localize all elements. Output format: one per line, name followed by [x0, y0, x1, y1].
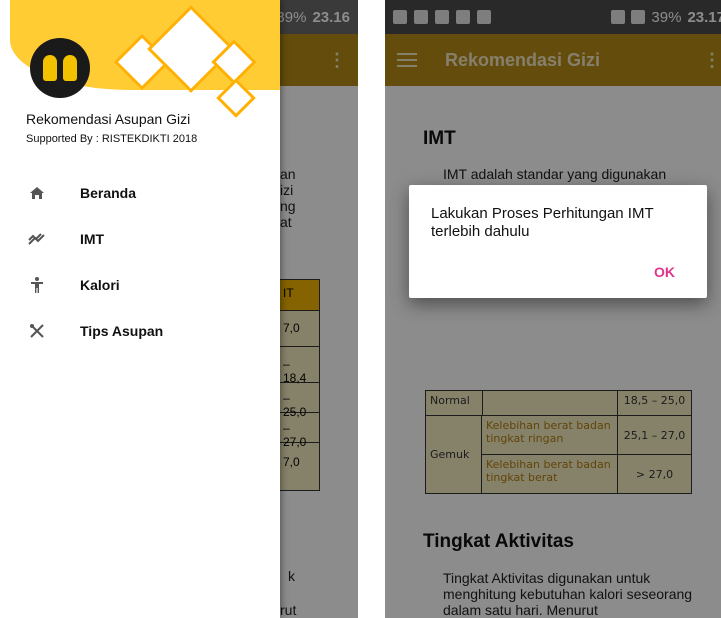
person-icon — [26, 274, 48, 296]
drawer-subtitle: Supported By : RISTEKDIKTI 2018 — [26, 133, 198, 145]
drawer-item-tips-asupan[interactable]: Tips Asupan — [10, 308, 280, 354]
utensils-icon — [26, 320, 48, 342]
navigation-drawer: Rekomendasi Asupan Gizi Supported By : R… — [10, 0, 280, 618]
dialog-message: Lakukan Proses Perhitungan IMT terlebih … — [431, 205, 654, 240]
phone-right: 39% 23.17 Rekomendasi Gizi ⋮ IMT IMT ada… — [385, 0, 721, 618]
app-logo — [30, 38, 90, 98]
drawer-item-label: IMT — [80, 231, 105, 247]
drawer-item-label: Tips Asupan — [80, 323, 164, 339]
person-figure — [43, 55, 57, 81]
ok-button[interactable]: OK — [654, 264, 675, 280]
phone-left: 39% 23.16 ⋮ an izi ng at IT 7,0 – 18,4 –… — [10, 0, 358, 618]
drawer-item-kalori[interactable]: Kalori — [10, 262, 280, 308]
person-figure — [63, 55, 77, 81]
drawer-item-label: Beranda — [80, 185, 137, 201]
trend-icon — [26, 228, 48, 250]
drawer-item-imt[interactable]: IMT — [10, 216, 280, 262]
drawer-menu: Beranda IMT Kalori Tips Asupan — [10, 170, 280, 354]
drawer-title: Rekomendasi Asupan Gizi — [26, 111, 191, 127]
drawer-header: Rekomendasi Asupan Gizi Supported By : R… — [10, 0, 280, 160]
drawer-item-label: Kalori — [80, 277, 120, 293]
home-icon — [26, 182, 48, 204]
dialog-scrim[interactable] — [385, 0, 721, 618]
drawer-item-beranda[interactable]: Beranda — [10, 170, 280, 216]
alert-dialog: Lakukan Proses Perhitungan IMT terlebih … — [409, 185, 707, 298]
